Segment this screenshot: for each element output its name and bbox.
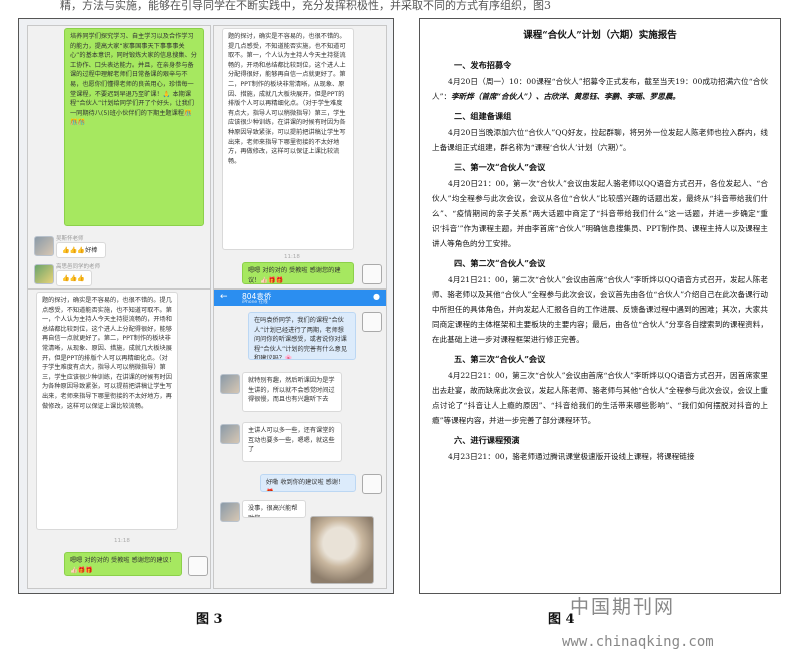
- report-title: 课程“合伙人”计划（六期）实施报告: [523, 30, 677, 41]
- avatar: [34, 264, 54, 284]
- timestamp: 11:18: [284, 254, 300, 260]
- sender-name: 高思邑同学的老师: [56, 264, 101, 270]
- avatar: [362, 312, 382, 332]
- avatar: [362, 474, 382, 494]
- back-arrow-icon[interactable]: ←: [220, 292, 228, 302]
- partner-names: 李昕烨（首席“合伙人”）、古欣洋、黄思钰、李鹏、李瑶、罗思晨。: [451, 92, 681, 101]
- section-paragraph: 4月23日21：00，骆老师通过腾讯课堂极速版开设线上课程，将课程链接: [448, 452, 695, 461]
- section-heading: 四、第二次“合伙人”会议: [454, 258, 546, 268]
- student-message-bubble: 主讲人可以多一些，还有课堂的互动也要多一些，嗯嗯，就这些了: [242, 422, 342, 462]
- cropped-top-text: 精，方法与实施，能够在引导同学在不断实践中，充分发挥积极性，并采取不同的方式有序…: [60, 0, 551, 12]
- chat-message: 👍👍👍好棒: [56, 242, 106, 258]
- avatar: [220, 424, 240, 444]
- watermark-url: www.chinaqking.com: [562, 634, 714, 650]
- chat-message: 👍👍👍: [56, 270, 92, 286]
- reply-bubble: 嗯嗯 对的对的 受教啦 感谢您的建议！👍🏻🎁🎁: [64, 552, 182, 576]
- teacher-message-bubble: 在吗袁侨同学，我们的课程“合伙人”计划已经进行了两期，老师想问问你的听课感受，或…: [248, 312, 356, 360]
- report-document: 课程“合伙人”计划（六期）实施报告 一、发布招募令 4月20日（周一）10：00…: [432, 23, 768, 464]
- avatar: [220, 502, 240, 522]
- qq-chat-header: ← 804袁侨 iPhone 在线 ●: [214, 290, 386, 306]
- section-paragraph: 4月21日21：00，第二次“合伙人”会议由首席“合伙人”李昕烨以QQ语音方式召…: [432, 275, 768, 344]
- chat-screenshot-1: 培养同学们探究学习、自主学习以及合作学习的能力，提高大家“家事国事天下事事事关心…: [27, 25, 211, 289]
- chat-screenshot-2: 题的探讨，确实是不容易的，也很不错的。提几点感受，不知道能否实施，也不知道可取不…: [213, 25, 387, 289]
- teacher-message-bubble: 好嘞 收到你的建议啦 感谢！🎁: [260, 474, 356, 492]
- avatar: [362, 264, 382, 284]
- section-paragraph: 4月20日（周一）10：00课程“合伙人”招募令正式发布，截至当天19：00成功…: [432, 77, 768, 101]
- chat-message: 题的探讨，确实是不容易的，也很不错的。提几点感受，不知道能否实施，也不知道可取不…: [222, 28, 354, 250]
- section-paragraph: 4月20日21：00，第一次“合伙人”会议由发起人骆老师以QQ语音方式召开，各位…: [432, 179, 768, 248]
- student-message-bubble: 就特别有趣，然后听课因为是学生讲的，所以就不会感觉时间过得很慢，而且也有兴趣听下…: [242, 372, 342, 412]
- teacher-message-bubble: 培养同学们探究学习、自主学习以及合作学习的能力，提高大家“家事国事天下事事事关心…: [64, 28, 204, 226]
- avatar: [188, 556, 208, 576]
- timestamp: 11:18: [114, 538, 130, 544]
- section-paragraph: 4月22日21：00，第三次“合伙人”会议由首席“合伙人”李昕烨以QQ语音方式召…: [432, 371, 768, 425]
- watermark-text: 中国期刊网: [570, 596, 676, 618]
- student-message-bubble: 没事，很高兴能帮助您: [242, 500, 306, 518]
- cat-sticker-image: [310, 516, 374, 584]
- section-heading: 一、发布招募令: [454, 60, 512, 70]
- user-icon[interactable]: ●: [373, 292, 380, 301]
- section-heading: 二、组建备课组: [454, 111, 512, 121]
- section-heading: 五、第三次“合伙人”会议: [454, 354, 546, 364]
- sender-name: 吴斯怀老师: [56, 236, 84, 242]
- chat-subtitle: iPhone 在线: [242, 300, 268, 305]
- figure-3-caption: 图 3: [196, 612, 223, 627]
- section-paragraph: 4月20日当晚添加六位“合伙人”QQ好友，拉起群聊，将另外一位发起人陈老师也拉入…: [432, 128, 768, 152]
- figure-3-panel: 培养同学们探究学习、自主学习以及合作学习的能力，提高大家“家事国事天下事事事关心…: [18, 18, 394, 594]
- reply-bubble: 嗯嗯 对的对的 受教啦 感谢您的建议！👍🏻🎁🎁: [242, 262, 354, 284]
- avatar: [34, 236, 54, 256]
- chat-message: 题的探讨，确实是不容易的，也很不错的。提几点感受，不知道能否实施，也不知道可取不…: [36, 292, 178, 530]
- section-heading: 三、第一次“合伙人”会议: [454, 162, 546, 172]
- figure-4-panel: 课程“合伙人”计划（六期）实施报告 一、发布招募令 4月20日（周一）10：00…: [419, 18, 781, 594]
- chat-screenshot-3: 题的探讨，确实是不容易的，也很不错的。提几点感受，不知道能否实施，也不知道可取不…: [27, 289, 211, 589]
- section-heading: 六、进行课程预演: [454, 435, 520, 445]
- chat-screenshot-4: ← 804袁侨 iPhone 在线 ● 在吗袁侨同学，我们的课程“合伙人”计划已…: [213, 289, 387, 589]
- avatar: [220, 374, 240, 394]
